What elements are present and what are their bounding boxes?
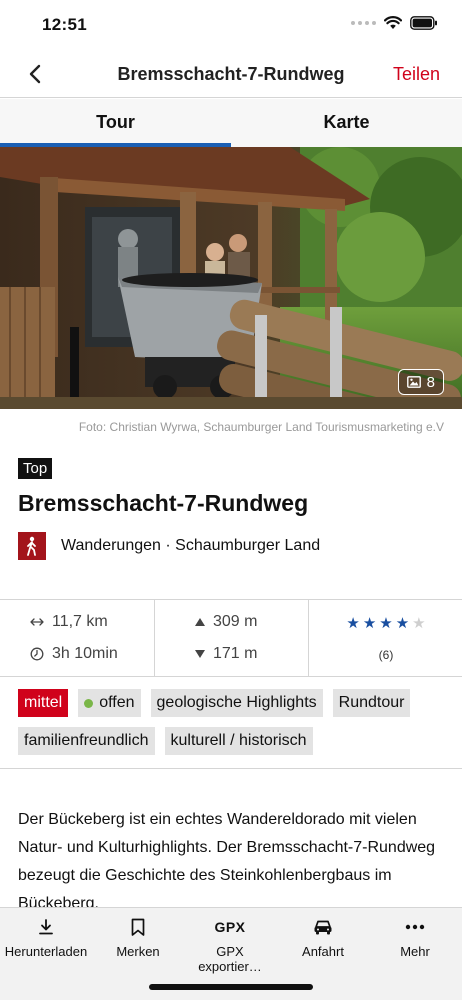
- tour-category: Wanderungen · Schaumburger Land: [61, 537, 321, 554]
- star-filled-icon: ★: [379, 615, 393, 632]
- directions-label: Anfahrt: [302, 944, 344, 959]
- top-badge: Top: [18, 458, 53, 479]
- duration-value: 3h 10min: [52, 645, 118, 662]
- tour-title: Bremsschacht-7-Rundweg: [18, 490, 309, 516]
- tab-karte[interactable]: Karte: [231, 99, 462, 147]
- property-tag: familienfreundlich: [18, 727, 155, 755]
- ascent-triangle-icon: [195, 618, 205, 626]
- directions-button[interactable]: Anfahrt: [277, 916, 369, 959]
- bookmark-label: Merken: [116, 944, 160, 959]
- tour-description: Der Bückeberg ist ein echtes Wandereldor…: [18, 811, 436, 912]
- car-icon: [314, 920, 332, 935]
- ascent-stat: 309 m: [195, 613, 257, 631]
- more-label: Mehr: [400, 944, 430, 959]
- home-indicator[interactable]: [149, 984, 313, 990]
- gpx-export-label: GPX exportier…: [198, 944, 262, 974]
- wifi-icon: [384, 16, 402, 29]
- status-time: 12:51: [42, 15, 87, 34]
- more-button[interactable]: Mehr: [369, 916, 461, 959]
- status-bar: 12:51: [0, 0, 462, 50]
- distance-arrows-icon: [30, 618, 44, 626]
- descent-value: 171 m: [213, 645, 258, 662]
- stats-rating[interactable]: ★ ★ ★ ★ ★ (6): [308, 600, 462, 677]
- category-row: Wanderungen · Schaumburger Land: [18, 532, 320, 560]
- property-tag: kulturell / historisch: [164, 727, 313, 755]
- photo-count: 8: [426, 373, 435, 391]
- download-button[interactable]: Herunterladen: [0, 916, 92, 959]
- status-label: offen: [99, 694, 135, 711]
- status-tag: offen: [78, 689, 141, 717]
- tab-bar: Tour Karte: [0, 99, 462, 147]
- difficulty-tag: mittel: [18, 689, 69, 717]
- stats-distance-duration: 11,7 km 3h 10min: [0, 600, 154, 677]
- tab-tour[interactable]: Tour: [0, 99, 231, 147]
- hero-photo[interactable]: 8: [0, 147, 462, 409]
- distance-value: 11,7 km: [52, 613, 108, 630]
- rating-stars: ★ ★ ★ ★ ★: [309, 614, 462, 632]
- download-label: Herunterladen: [4, 944, 88, 959]
- status-icons: [351, 16, 438, 30]
- divider: [0, 768, 462, 769]
- rating-count: (6): [378, 648, 394, 662]
- hero-illustration: [0, 147, 462, 409]
- descent-stat: 171 m: [195, 645, 257, 663]
- photo-credit: Foto: Christian Wyrwa, Schaumburger Land…: [78, 420, 444, 434]
- more-dots-icon: [405, 924, 425, 930]
- star-filled-icon: ★: [346, 615, 360, 632]
- share-button[interactable]: Teilen: [393, 64, 440, 85]
- navigation-bar: Bremsschacht-7-Rundweg Teilen: [0, 50, 462, 98]
- open-status-dot-icon: [84, 698, 94, 708]
- tour-tags: mittel offen geologische Highlights Rund…: [18, 689, 448, 755]
- distance-stat: 11,7 km: [30, 613, 108, 631]
- gpx-export-button[interactable]: GPX GPX exportier…: [184, 916, 276, 974]
- stats-elevation: 309 m 171 m: [154, 600, 308, 677]
- cellular-signal-icon: [351, 21, 376, 25]
- tour-detail-screen: 12:51 Bremsschacht-7-Rundweg Teilen Tour…: [0, 0, 462, 1000]
- star-filled-icon: ★: [362, 615, 377, 632]
- battery-icon: [410, 16, 437, 30]
- bookmark-button[interactable]: Merken: [92, 916, 184, 959]
- image-gallery-icon: [406, 376, 421, 388]
- hiking-icon: [18, 532, 46, 560]
- property-tag: geologische Highlights: [150, 689, 323, 717]
- clock-icon: [30, 647, 44, 661]
- duration-stat: 3h 10min: [30, 645, 118, 663]
- photo-count-badge[interactable]: 8: [397, 369, 444, 395]
- star-empty-icon: ★: [412, 615, 426, 632]
- descent-triangle-icon: [195, 650, 205, 658]
- gpx-icon: GPX: [214, 919, 246, 935]
- ascent-value: 309 m: [213, 613, 258, 630]
- download-icon: [39, 919, 53, 935]
- star-filled-icon: ★: [395, 615, 410, 632]
- tour-stats: 11,7 km 3h 10min 309 m 171 m ★ ★ ★ ★ ★ (6: [0, 599, 462, 677]
- bookmark-icon: [131, 918, 145, 936]
- property-tag: Rundtour: [332, 689, 411, 717]
